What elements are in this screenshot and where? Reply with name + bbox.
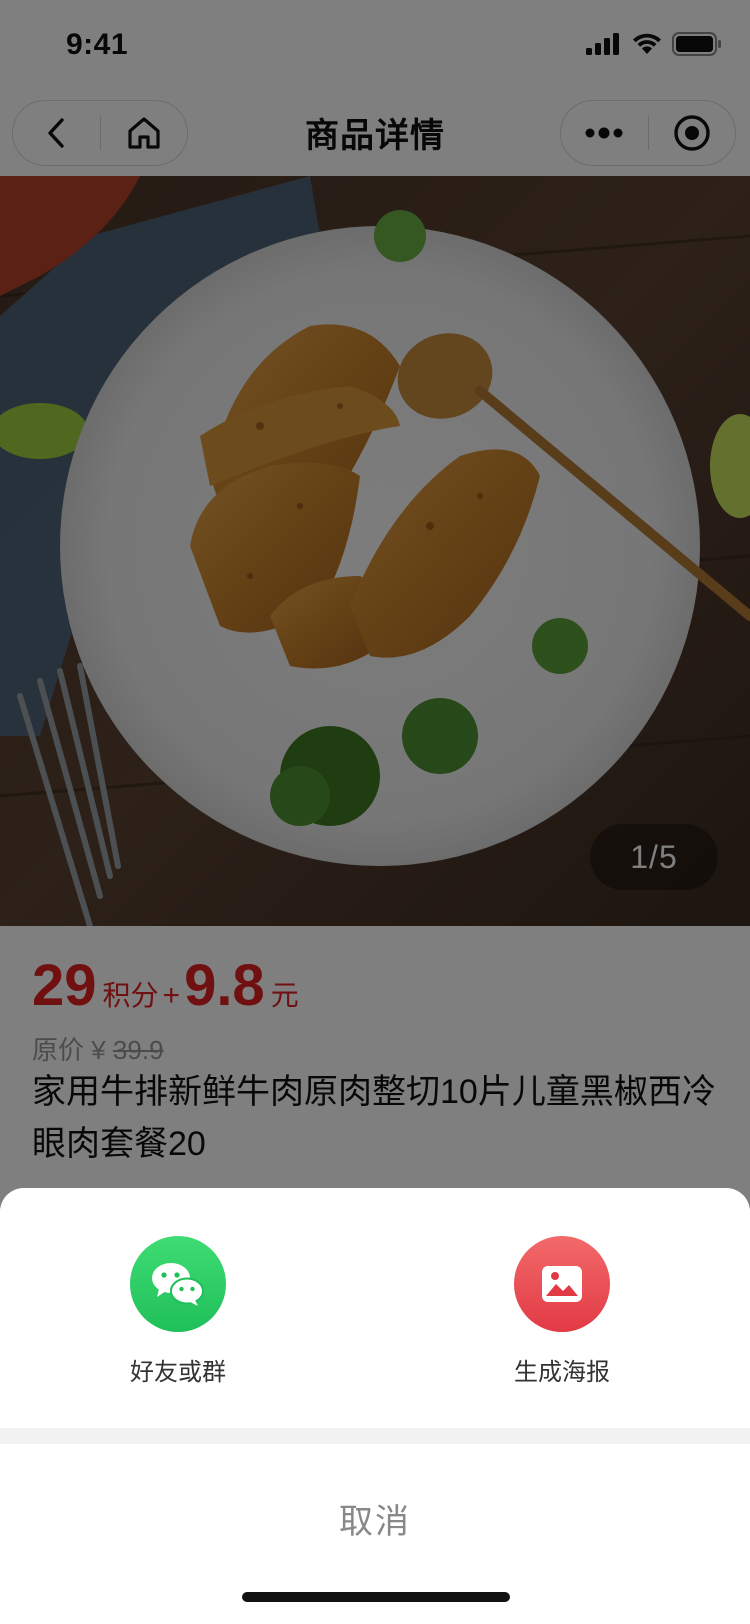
share-options: 好友或群 生成海报 bbox=[0, 1188, 750, 1428]
generate-poster-label: 生成海报 bbox=[514, 1359, 610, 1386]
share-friend-circle bbox=[130, 1236, 226, 1332]
cancel-label: 取消 bbox=[339, 1503, 411, 1541]
generate-poster-circle bbox=[514, 1236, 610, 1332]
share-friend-label: 好友或群 bbox=[130, 1359, 226, 1386]
wechat-icon bbox=[152, 1263, 204, 1306]
page: 9:41 bbox=[0, 0, 750, 1624]
generate-poster-button[interactable]: 生成海报 bbox=[462, 1236, 662, 1387]
share-sheet: 好友或群 生成海报 取消 bbox=[0, 1188, 750, 1624]
share-friend-button[interactable]: 好友或群 bbox=[78, 1236, 278, 1387]
image-icon bbox=[542, 1266, 582, 1302]
home-indicator bbox=[242, 1592, 510, 1602]
